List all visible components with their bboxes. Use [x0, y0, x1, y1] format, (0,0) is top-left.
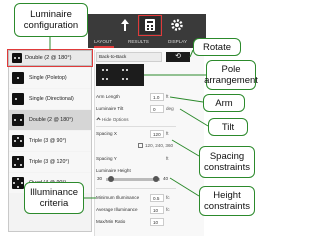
callout-leader-lines: [49, 37, 209, 199]
